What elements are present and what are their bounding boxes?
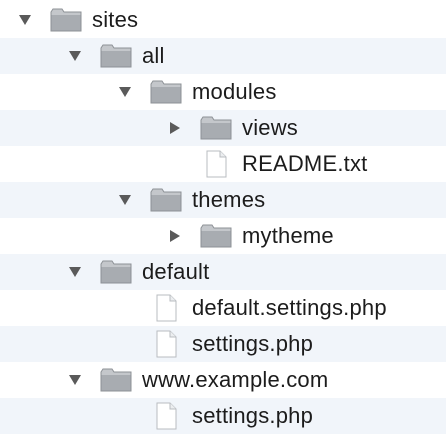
disclosure-expanded-icon[interactable] <box>14 9 36 31</box>
tree-item-label: www.example.com <box>142 367 329 392</box>
file-icon <box>150 402 182 430</box>
tree-item-label: all <box>142 43 165 68</box>
tree-item-label: settings.php <box>192 331 314 356</box>
folder-icon <box>100 366 132 394</box>
tree-row-www-settings[interactable]: settings.php <box>0 398 446 434</box>
file-icon <box>200 150 232 178</box>
tree-item-label: settings.php <box>192 403 314 428</box>
folder-icon <box>100 258 132 286</box>
tree-item-label: default.settings.php <box>192 295 387 320</box>
disclosure-expanded-icon[interactable] <box>64 261 86 283</box>
tree-item-label: themes <box>192 187 266 212</box>
disclosure-collapsed-icon[interactable] <box>164 225 186 247</box>
tree-row-default[interactable]: default <box>0 254 446 290</box>
file-icon <box>150 330 182 358</box>
tree-item-label: README.txt <box>242 151 368 176</box>
tree-item-label: views <box>242 115 299 140</box>
disclosure-expanded-icon[interactable] <box>114 189 136 211</box>
folder-icon <box>200 222 232 250</box>
tree-row-modules[interactable]: modules <box>0 74 446 110</box>
disclosure-expanded-icon[interactable] <box>64 369 86 391</box>
tree-item-label: modules <box>192 79 277 104</box>
tree-item-label: mytheme <box>242 223 334 248</box>
tree-item-label: sites <box>92 7 139 32</box>
folder-icon <box>200 114 232 142</box>
tree-row-themes[interactable]: themes <box>0 182 446 218</box>
disclosure-expanded-icon[interactable] <box>114 81 136 103</box>
tree-row-all[interactable]: all <box>0 38 446 74</box>
folder-icon <box>150 186 182 214</box>
folder-icon <box>100 42 132 70</box>
disclosure-expanded-icon[interactable] <box>64 45 86 67</box>
tree-row-default-settings[interactable]: default.settings.php <box>0 290 446 326</box>
disclosure-collapsed-icon[interactable] <box>164 117 186 139</box>
tree-row-settings[interactable]: settings.php <box>0 326 446 362</box>
folder-icon <box>50 6 82 34</box>
tree-row-views[interactable]: views <box>0 110 446 146</box>
tree-item-label: default <box>142 259 210 284</box>
tree-row-sites[interactable]: sites <box>0 2 446 38</box>
tree-row-www-example[interactable]: www.example.com <box>0 362 446 398</box>
file-icon <box>150 294 182 322</box>
folder-icon <box>150 78 182 106</box>
file-tree: sites all modules views README.txt theme… <box>0 0 446 436</box>
tree-row-mytheme[interactable]: mytheme <box>0 218 446 254</box>
tree-row-readme[interactable]: README.txt <box>0 146 446 182</box>
